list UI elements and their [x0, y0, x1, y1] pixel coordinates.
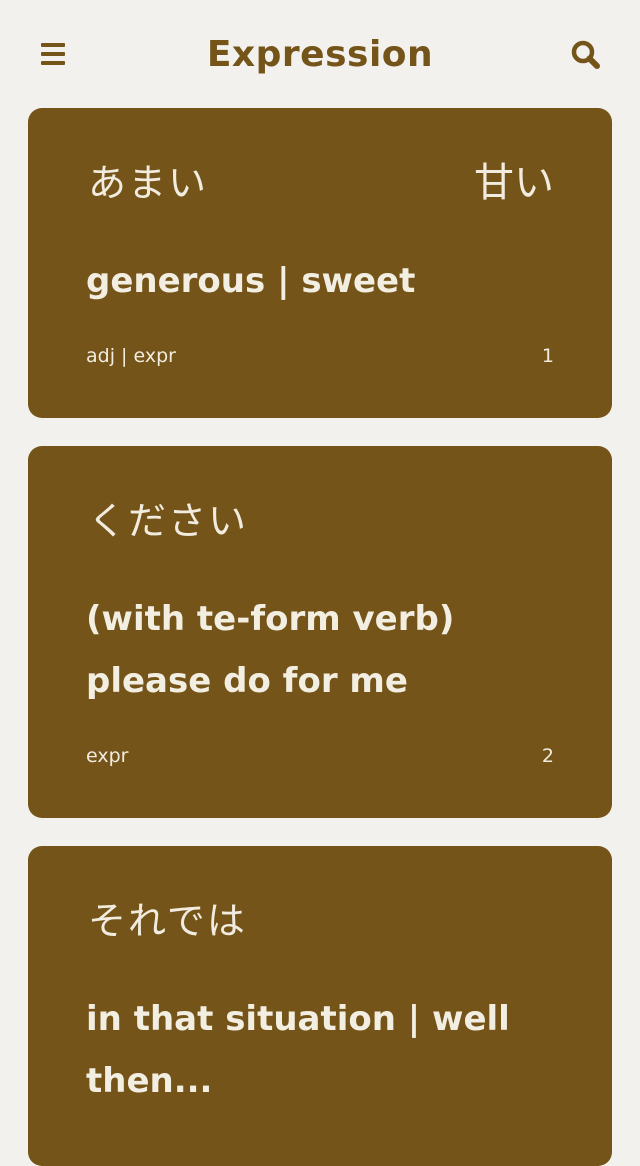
search-button[interactable] — [566, 36, 606, 76]
card-meaning: in that situation | well then... — [86, 999, 510, 1101]
page-title: Expression — [206, 34, 434, 75]
card-kana: あまい — [88, 161, 209, 205]
expression-card[interactable]: それでは in that situation | well then... — [28, 846, 612, 1166]
card-number: 2 — [541, 745, 554, 767]
expression-list: あまい 甘い generous | sweet adj | expr 1 くださ… — [28, 108, 612, 1166]
app-header: Expression — [0, 0, 640, 108]
search-icon — [571, 40, 600, 69]
card-kanji: 甘い — [474, 160, 554, 206]
card-kana: それでは — [88, 899, 247, 943]
card-part-of-speech: adj | expr — [86, 345, 176, 367]
card-number: 1 — [541, 345, 554, 367]
card-meaning: (with te-form verb) please do for me — [86, 599, 455, 701]
card-part-of-speech: expr — [86, 745, 129, 767]
expression-card[interactable]: ください (with te-form verb) please do for m… — [28, 446, 612, 818]
card-meaning: generous | sweet — [86, 261, 416, 301]
expression-card[interactable]: あまい 甘い generous | sweet adj | expr 1 — [28, 108, 612, 418]
card-kana: ください — [88, 499, 249, 543]
